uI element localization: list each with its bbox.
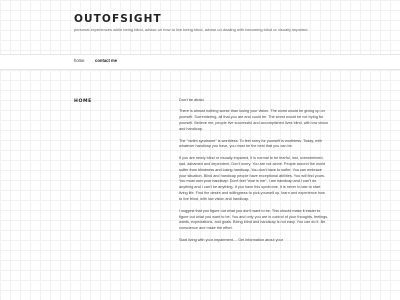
content-paragraph: If you are newly blind or visually impai…: [179, 155, 326, 202]
nav-contact-link[interactable]: contact me: [95, 58, 117, 63]
nav-home-link[interactable]: home: [74, 58, 84, 63]
content-paragraph: There is almost nothing worse than losin…: [179, 109, 328, 132]
content-paragraph: The "victim syndrome" is worthless. To f…: [179, 138, 322, 149]
page-content: Don't be afraid There is almost nothing …: [179, 98, 329, 249]
site-tagline: personal experiences while being blind, …: [74, 27, 308, 32]
site-header: OUTOFSIGHT personal experiences while be…: [0, 0, 400, 54]
page-heading: HOME: [74, 99, 92, 104]
content-paragraph: Start living with your impairment.... Ge…: [179, 237, 284, 242]
site-title[interactable]: OUTOFSIGHT: [74, 13, 162, 25]
main-navigation: home contact me: [0, 54, 400, 70]
content-paragraph: I suggest that you figure out what you d…: [179, 208, 329, 231]
content-intro: Don't be afraid: [179, 98, 204, 102]
